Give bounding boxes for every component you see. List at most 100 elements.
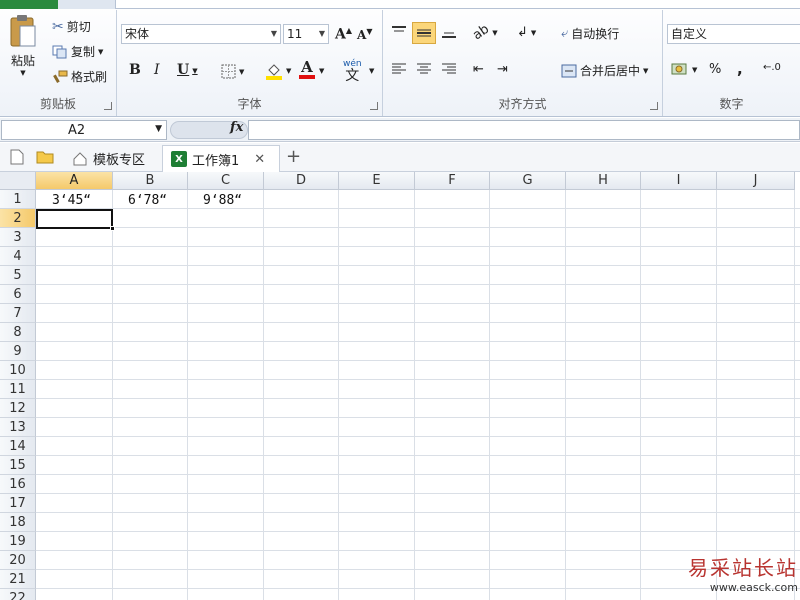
cell-a1[interactable]: 3‘45“ (52, 193, 91, 208)
column-header-d[interactable]: D (264, 172, 339, 190)
orientation-button[interactable]: ab ▼ (470, 22, 497, 44)
row-header-20[interactable]: 20 (0, 551, 36, 570)
column-header-h[interactable]: H (566, 172, 641, 190)
close-icon[interactable]: ✕ (254, 152, 265, 167)
font-launcher-icon[interactable] (370, 102, 378, 110)
tab-workbook[interactable]: X 工作簿1 ✕ (162, 145, 280, 172)
percent-button[interactable]: % (709, 62, 721, 77)
row-header-14[interactable]: 14 (0, 437, 36, 456)
alignment-launcher-icon[interactable] (650, 102, 658, 110)
align-center-button[interactable] (416, 62, 432, 76)
row-header-17[interactable]: 17 (0, 494, 36, 513)
align-top-button[interactable] (391, 25, 407, 39)
row-header-10[interactable]: 10 (0, 361, 36, 380)
open-folder-button[interactable] (36, 149, 54, 165)
wrap-text-button[interactable]: ⤶ 自动换行 (561, 25, 619, 42)
row-header-11[interactable]: 11 (0, 380, 36, 399)
cut-button[interactable]: ✂ 剪切 (52, 18, 91, 35)
paste-dropdown-icon[interactable]: ▼ (20, 69, 25, 77)
align-right-button[interactable] (441, 62, 457, 76)
increase-font-button[interactable]: A▲ (335, 25, 352, 43)
decrease-font-button[interactable]: A▼ (357, 26, 372, 42)
row-header-18[interactable]: 18 (0, 513, 36, 532)
row-header-5[interactable]: 5 (0, 266, 36, 285)
column-header-a[interactable]: A (36, 172, 113, 190)
file-tab[interactable] (0, 0, 58, 9)
column-header-j[interactable]: J (717, 172, 795, 190)
insert-function-icon[interactable]: fx (230, 120, 243, 135)
row-header-15[interactable]: 15 (0, 456, 36, 475)
merge-dropdown-icon[interactable]: ▼ (643, 67, 648, 75)
italic-button[interactable]: I (154, 62, 160, 78)
name-box-value: A2 (68, 123, 86, 138)
accounting-format-button[interactable]: ▼ (671, 62, 697, 78)
comma-button[interactable]: , (737, 60, 743, 78)
cell-b1[interactable]: 6‘78“ (128, 193, 167, 208)
row-header-3[interactable]: 3 (0, 228, 36, 247)
row-header-8[interactable]: 8 (0, 323, 36, 342)
cell-c1[interactable]: 9‘88“ (203, 193, 242, 208)
align-middle-button[interactable] (412, 22, 436, 44)
border-button[interactable]: ▼ (221, 64, 244, 79)
phonetic-dropdown-icon[interactable]: ▼ (369, 67, 374, 75)
column-header-g[interactable]: G (490, 172, 566, 190)
underline-dropdown-icon[interactable]: ▼ (192, 66, 197, 75)
increase-indent-button[interactable]: ⇥ (497, 62, 508, 77)
row-header-2[interactable]: 2 (0, 209, 36, 228)
rtl-dropdown-icon[interactable]: ▼ (531, 29, 536, 37)
copy-dropdown-icon[interactable]: ▼ (98, 48, 103, 56)
spreadsheet-grid[interactable]: ABCDEFGHIJ 1 2 3 4 5 6 7 8 9 10 11 12 13 14 15 16 17 18 19… (0, 172, 800, 600)
accounting-dropdown-icon[interactable]: ▼ (692, 66, 697, 74)
row-header-7[interactable]: 7 (0, 304, 36, 323)
chevron-down-icon: ▼ (318, 29, 325, 38)
row-header-19[interactable]: 19 (0, 532, 36, 551)
underline-button[interactable]: U ▼ (177, 62, 198, 78)
column-header-i[interactable]: I (641, 172, 717, 190)
font-color-button[interactable]: A (299, 60, 315, 79)
format-painter-button[interactable]: 格式刷 (52, 68, 107, 85)
number-format-dropdown[interactable]: 自定义 (667, 24, 800, 44)
column-header-c[interactable]: C (188, 172, 264, 190)
add-tab-button[interactable]: + (286, 146, 301, 167)
column-header-f[interactable]: F (415, 172, 490, 190)
font-size-dropdown[interactable]: 11 ▼ (283, 24, 329, 44)
row-header-12[interactable]: 12 (0, 399, 36, 418)
border-dropdown-icon[interactable]: ▼ (239, 68, 244, 76)
new-file-button[interactable] (10, 149, 24, 165)
align-bottom-button[interactable] (441, 25, 457, 39)
rtl-button[interactable]: ↲ ▼ (517, 25, 536, 40)
row-gridline (36, 512, 800, 513)
tab-template-zone[interactable]: 模板专区 (64, 145, 153, 172)
row-header-1[interactable]: 1 (0, 190, 36, 209)
align-left-button[interactable] (391, 62, 407, 76)
align-right-icon (442, 63, 456, 74)
row-header-21[interactable]: 21 (0, 570, 36, 589)
row-header-16[interactable]: 16 (0, 475, 36, 494)
merge-center-button[interactable]: 合并后居中 ▼ (561, 62, 648, 79)
select-all-corner[interactable] (0, 172, 36, 190)
column-header-b[interactable]: B (113, 172, 188, 190)
fill-color-dropdown-icon[interactable]: ▼ (286, 67, 291, 75)
active-cell-a2[interactable] (36, 209, 113, 229)
row-header-13[interactable]: 13 (0, 418, 36, 437)
fill-handle[interactable] (110, 226, 115, 231)
orientation-dropdown-icon[interactable]: ▼ (492, 29, 497, 37)
font-color-dropdown-icon[interactable]: ▼ (319, 67, 324, 75)
decrease-indent-button[interactable]: ⇤ (473, 62, 484, 77)
paste-button[interactable]: 粘贴 ▼ (8, 14, 38, 77)
phonetic-button[interactable]: wén 文 (343, 60, 362, 84)
row-header-6[interactable]: 6 (0, 285, 36, 304)
clipboard-launcher-icon[interactable] (104, 102, 112, 110)
row-header-4[interactable]: 4 (0, 247, 36, 266)
column-header-e[interactable]: E (339, 172, 415, 190)
copy-button[interactable]: 复制 ▼ (52, 43, 103, 60)
font-name-dropdown[interactable]: 宋体 ▼ (121, 24, 281, 44)
row-header-22[interactable]: 22 (0, 589, 36, 600)
name-box[interactable]: A2 ▼ (1, 120, 167, 140)
formula-input[interactable] (248, 120, 800, 140)
increase-decimal-button[interactable]: ←.0 (763, 62, 781, 73)
chevron-down-icon[interactable]: ▼ (155, 124, 162, 134)
fill-color-button[interactable]: ▼ (265, 62, 291, 80)
row-header-9[interactable]: 9 (0, 342, 36, 361)
bold-button[interactable]: B (129, 62, 141, 78)
